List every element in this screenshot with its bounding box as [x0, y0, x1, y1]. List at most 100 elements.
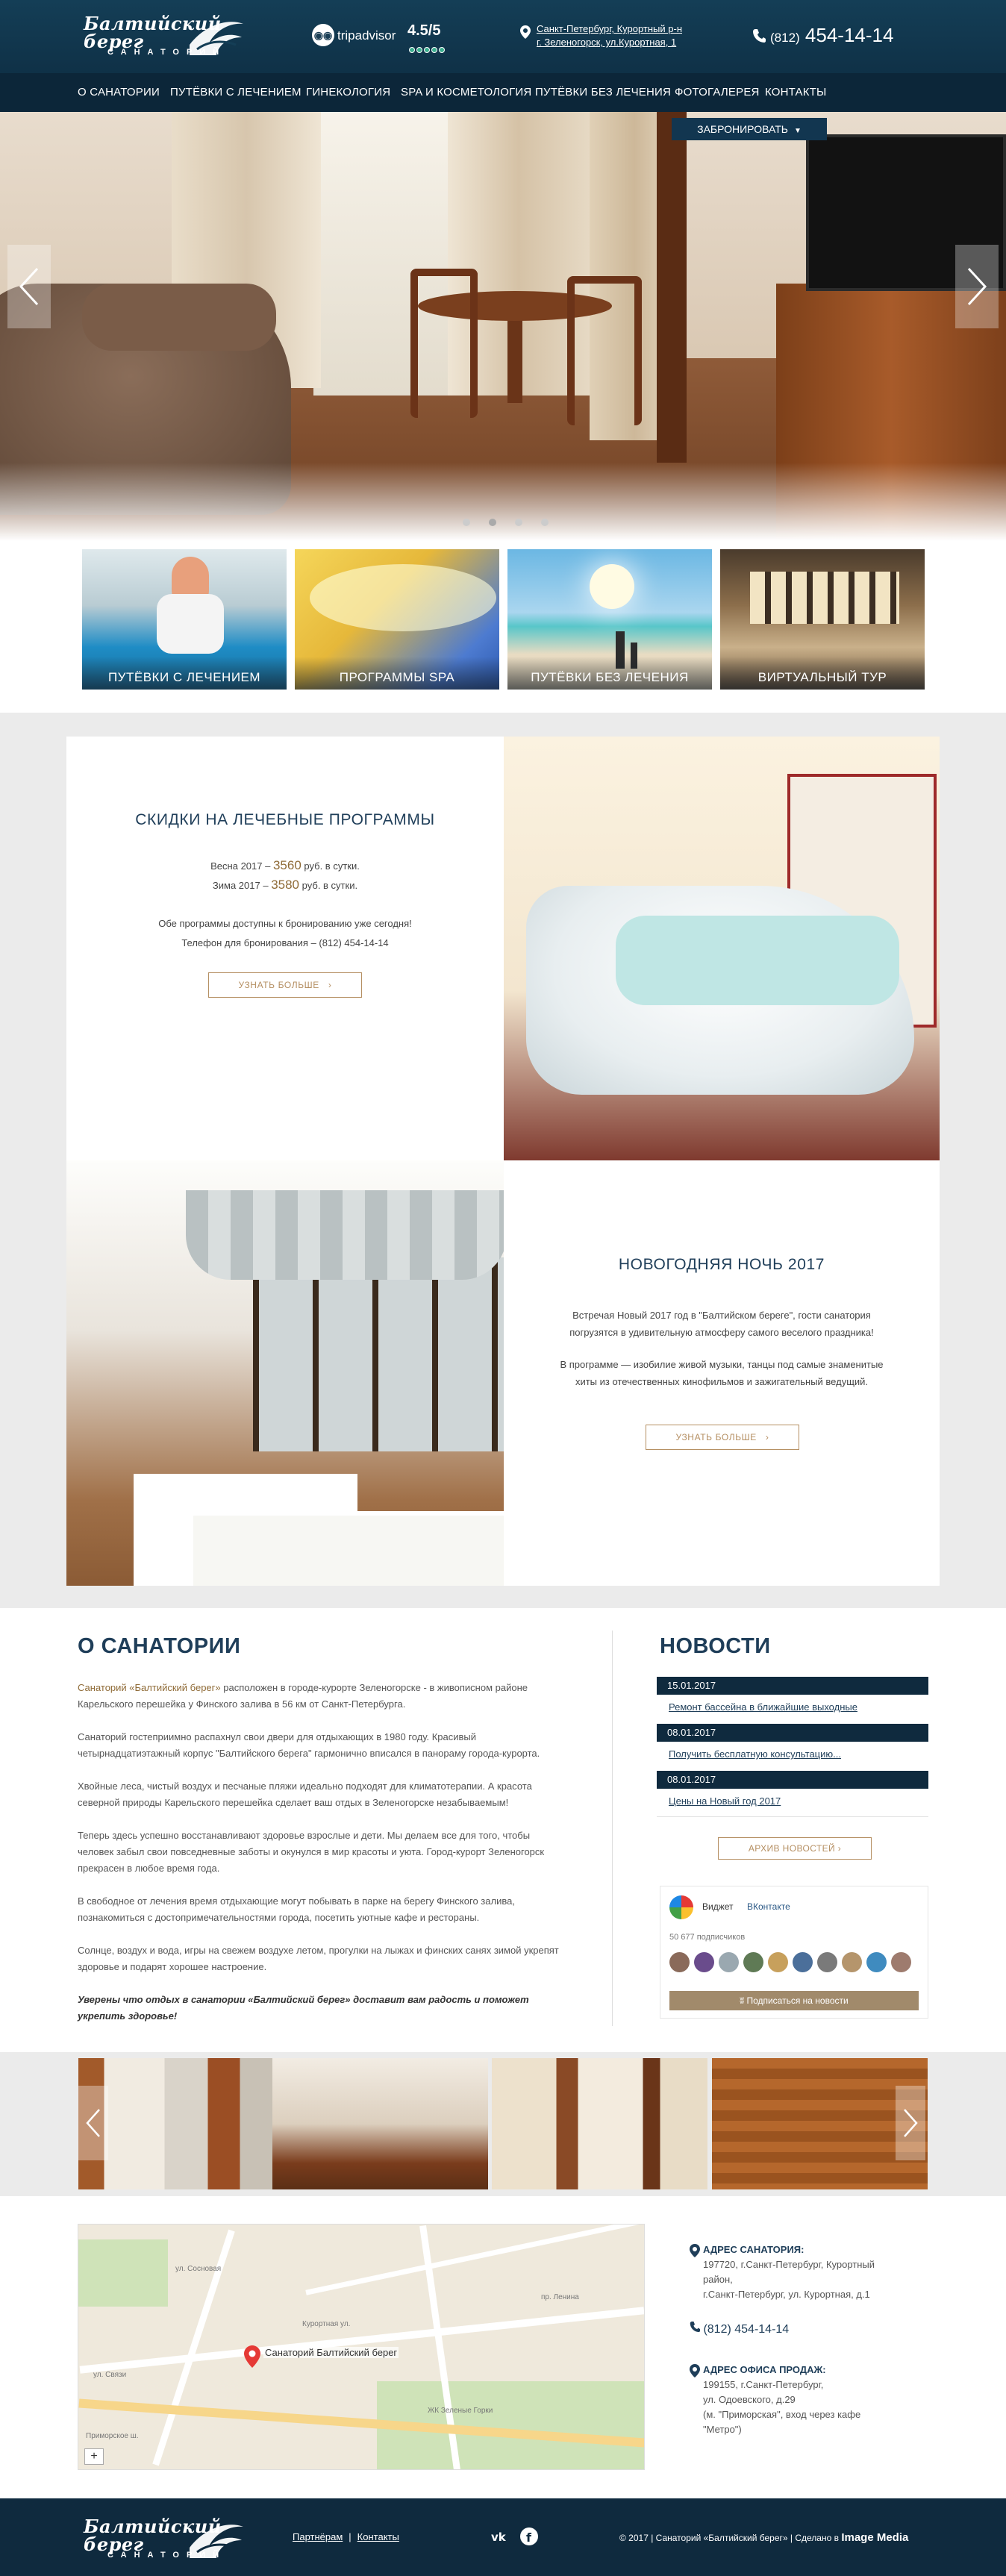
vk-subscribe-button[interactable]: ʬ Подписаться на новости — [669, 1991, 919, 2010]
promo-paragraph: В программе — изобилие живой музыки, тан… — [560, 1359, 884, 1387]
button-label: АРХИВ НОВОСТЕЙ — [748, 1843, 836, 1854]
book-label: ЗАБРОНИРОВАТЬ — [697, 123, 788, 135]
news-separator — [657, 1816, 928, 1817]
news-date: 08.01.2017 — [657, 1771, 928, 1789]
gallery-photo[interactable] — [272, 2058, 488, 2189]
chevron-left-icon — [19, 267, 39, 306]
learn-more-button[interactable]: УЗНАТЬ БОЛЬШЕ › — [208, 972, 362, 998]
slider-dot[interactable] — [489, 519, 496, 526]
address-line: 199155, г.Санкт-Петербург, — [703, 2379, 824, 2390]
learn-more-button[interactable]: УЗНАТЬ БОЛЬШЕ › — [646, 1425, 799, 1450]
about-link[interactable]: Санаторий «Балтийский берег» — [78, 1682, 221, 1693]
news-link[interactable]: Получить бесплатную консультацию... — [669, 1748, 841, 1760]
map-pin-icon — [690, 2244, 700, 2257]
avatar[interactable] — [866, 1952, 887, 1972]
vk-group-avatar[interactable] — [669, 1895, 693, 1919]
avatar[interactable] — [793, 1952, 813, 1972]
tile-treatment-tours[interactable]: ПУТЁВКИ С ЛЕЧЕНИЕМ — [82, 549, 287, 690]
nav-item-treatment-tours[interactable]: ПУТЁВКИ С ЛЕЧЕНИЕМ — [170, 86, 302, 99]
vk-subscriber-avatars — [669, 1952, 916, 1976]
logo[interactable]: Балтийский берег САНАТОРИЙ — [78, 10, 245, 63]
map-street-label: ЖК Зеленые Горки — [428, 2407, 493, 2415]
gallery-photo[interactable] — [492, 2058, 707, 2189]
map-zoom-button[interactable]: + — [84, 2448, 104, 2465]
nav-item-gallery[interactable]: ФОТОГАЛЕРЕЯ — [675, 86, 760, 99]
news-archive-button[interactable]: АРХИВ НОВОСТЕЙ › — [718, 1837, 872, 1860]
gallery-next-arrow[interactable] — [896, 2086, 925, 2160]
studio-link[interactable]: Image Media — [841, 2531, 908, 2544]
about-paragraph: Солнце, воздух и вода, игры на свежем во… — [78, 1945, 559, 1972]
footer-logo[interactable]: Балтийский берег САНАТОРИЙ — [78, 2513, 245, 2566]
news-link[interactable]: Ремонт бассейна в ближайшие выходные — [669, 1701, 857, 1713]
footer-link-partners[interactable]: Партнёрам — [293, 2531, 343, 2542]
map-pin-icon — [520, 25, 531, 39]
tile-virtual-tour[interactable]: ВИРТУАЛЬНЫЙ ТУР — [720, 549, 925, 690]
chevron-right-icon: › — [765, 1432, 769, 1442]
vk-icon[interactable]: vk — [490, 2527, 509, 2546]
slider-dot[interactable] — [463, 519, 470, 526]
footer-link-contacts[interactable]: Контакты — [357, 2531, 399, 2542]
contact-phone-number: (812) 454-14-14 — [703, 2323, 790, 2336]
contact-phone[interactable]: (812) 454-14-14 — [690, 2321, 789, 2336]
about-paragraph: Хвойные леса, чистый воздух и песчаные п… — [78, 1781, 532, 1808]
book-button[interactable]: ЗАБРОНИРОВАТЬ ▼ — [672, 118, 827, 140]
slider-dot[interactable] — [541, 519, 549, 526]
nav-item-tours-no-treatment[interactable]: ПУТЁВКИ БЕЗ ЛЕЧЕНИЯ — [535, 86, 671, 99]
price-label: Зима 2017 – — [212, 880, 269, 891]
tripadvisor-rating[interactable]: ◉◉ tripadvisor 4.5/5 — [312, 22, 446, 55]
footer-links: Партнёрам | Контакты — [293, 2531, 399, 2542]
hero-next-arrow[interactable] — [955, 245, 999, 328]
avatar[interactable] — [891, 1952, 911, 1972]
avatar[interactable] — [719, 1952, 739, 1972]
price-value: 3560 — [272, 858, 302, 872]
tile-spa[interactable]: ПРОГРАММЫ SPA — [295, 549, 499, 690]
location-map[interactable]: Курортная ул. ул. Связи пр. Ленина Примо… — [78, 2224, 645, 2470]
vk-network-link[interactable]: ВКонтакте — [747, 1901, 790, 1912]
hero-prev-arrow[interactable] — [7, 245, 51, 328]
chevron-left-icon — [86, 2109, 100, 2137]
address-block: АДРЕС САНАТОРИЯ: 197720, г.Санкт-Петербу… — [703, 2242, 942, 2302]
address-line: г.Санкт-Петербург, ул. Курортная, д.1 — [703, 2289, 870, 2300]
news-link[interactable]: Цены на Новый год 2017 — [669, 1795, 781, 1807]
address-line: район, — [703, 2274, 733, 2285]
address-label: АДРЕС ОФИСА ПРОДАЖ: — [703, 2364, 826, 2375]
gallery-prev-arrow[interactable] — [78, 2086, 108, 2160]
avatar[interactable] — [842, 1952, 862, 1972]
address-line: 197720, г.Санкт-Петербург, Курортный — [703, 2259, 875, 2270]
gallery-photo[interactable] — [78, 2058, 294, 2189]
promo-note: Обе программы доступны к бронированию уж… — [158, 918, 412, 929]
copyright-text: © 2017 | Санаторий «Балтийский берег» | … — [619, 2533, 839, 2543]
map-street-label: пр. Ленина — [541, 2293, 579, 2301]
avatar[interactable] — [669, 1952, 690, 1972]
phone-code: (812) — [770, 31, 800, 45]
vk-widget-label: Виджет — [702, 1901, 734, 1912]
price-unit: руб. в сутки. — [302, 880, 358, 891]
facebook-icon[interactable]: f — [519, 2527, 539, 2546]
chevron-right-icon — [904, 2109, 918, 2137]
tile-tours-no-treatment[interactable]: ПУТЁВКИ БЕЗ ЛЕЧЕНИЯ — [507, 549, 712, 690]
avatar[interactable] — [694, 1952, 714, 1972]
avatar[interactable] — [817, 1952, 837, 1972]
avatar[interactable] — [743, 1952, 763, 1972]
about-final-note: Уверены что отдых в санатории «Балтийски… — [78, 1994, 529, 2022]
vk-subscribers: 50 677 подписчиков — [669, 1933, 746, 1942]
hero-photo-door — [657, 112, 687, 463]
phone-icon — [690, 2322, 700, 2332]
office-address: АДРЕС ОФИСА ПРОДАЖ: 199155, г.Санкт-Пете… — [690, 2363, 942, 2437]
promo-title: НОВОГОДНЯЯ НОЧЬ 2017 — [618, 1256, 825, 1273]
slider-dot[interactable] — [515, 519, 522, 526]
map-road — [79, 2307, 644, 2374]
tile-caption: ПУТЁВКИ С ЛЕЧЕНИЕМ — [82, 657, 287, 690]
nav-item-contacts[interactable]: КОНТАКТЫ — [765, 86, 827, 99]
chevron-right-icon: › — [837, 1843, 842, 1854]
avatar[interactable] — [768, 1952, 788, 1972]
map-marker-icon[interactable] — [244, 2345, 260, 2368]
nav-item-gynecology[interactable]: ГИНЕКОЛОГИЯ — [306, 86, 390, 99]
photo-windows — [253, 1257, 504, 1451]
map-street-label: ул. Сосновая — [175, 2265, 222, 2273]
price-value: 3580 — [271, 878, 300, 892]
nav-item-spa[interactable]: SPA И КОСМЕТОЛОГИЯ — [401, 86, 531, 99]
nav-item-about[interactable]: О САНАТОРИИ — [78, 86, 160, 99]
address-line: "Метро") — [703, 2424, 742, 2435]
phone-text: (812) 454-14-14 — [770, 24, 893, 47]
